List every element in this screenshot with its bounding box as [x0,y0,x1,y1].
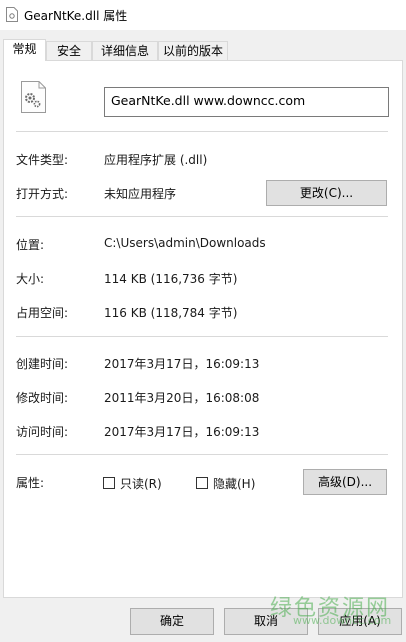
size-label: 大小: [16,272,45,286]
modified-label: 修改时间: [16,391,69,405]
change-button[interactable]: 更改(C)... [266,180,387,206]
file-name-field[interactable]: GearNtKe.dll www.downcc.com [104,87,389,117]
opens-with-value: 未知应用程序 [104,187,177,201]
divider [16,216,388,217]
general-panel: GearNtKe.dll www.downcc.com 文件类型: 应用程序扩展… [3,60,403,598]
file-type-label: 文件类型: [16,153,69,167]
ok-button[interactable]: 确定 [130,608,214,635]
apply-button[interactable]: 应用(A) [318,608,402,635]
tab-strip: 常规 安全 详细信息 以前的版本 [0,39,406,61]
hidden-label[interactable]: 隐藏(H) [213,475,255,492]
hidden-checkbox[interactable] [196,477,208,489]
accessed-value: 2017年3月17日，16:09:13 [104,425,260,439]
divider [16,131,388,132]
dll-file-icon [6,7,18,22]
accessed-label: 访问时间: [16,425,69,439]
divider [16,336,388,337]
size-value: 114 KB (116,736 字节) [104,272,238,286]
tab-general[interactable]: 常规 [3,39,46,61]
divider [16,454,388,455]
tab-details[interactable]: 详细信息 [92,41,158,60]
attributes-label: 属性: [16,476,45,490]
opens-with-label: 打开方式: [16,187,69,201]
gear-file-icon [21,81,46,113]
location-value: C:\Users\admin\Downloads [104,236,266,250]
advanced-button[interactable]: 高级(D)... [303,469,387,495]
location-label: 位置: [16,238,45,252]
size-on-disk-label: 占用空间: [16,306,69,320]
title-bar: GearNtKe.dll 属性 [0,0,406,30]
cancel-button[interactable]: 取消 [224,608,308,635]
readonly-label[interactable]: 只读(R) [120,475,162,492]
size-on-disk-value: 116 KB (118,784 字节) [104,306,238,320]
readonly-checkbox[interactable] [103,477,115,489]
created-value: 2017年3月17日，16:09:13 [104,357,260,371]
tab-previous-versions[interactable]: 以前的版本 [158,41,228,60]
dialog-footer: 确定 取消 应用(A) [0,600,406,642]
tab-security[interactable]: 安全 [46,41,92,60]
file-type-value: 应用程序扩展 (.dll) [104,153,208,167]
modified-value: 2011年3月20日，16:08:08 [104,391,260,405]
window-title: GearNtKe.dll 属性 [24,9,128,23]
created-label: 创建时间: [16,357,69,371]
